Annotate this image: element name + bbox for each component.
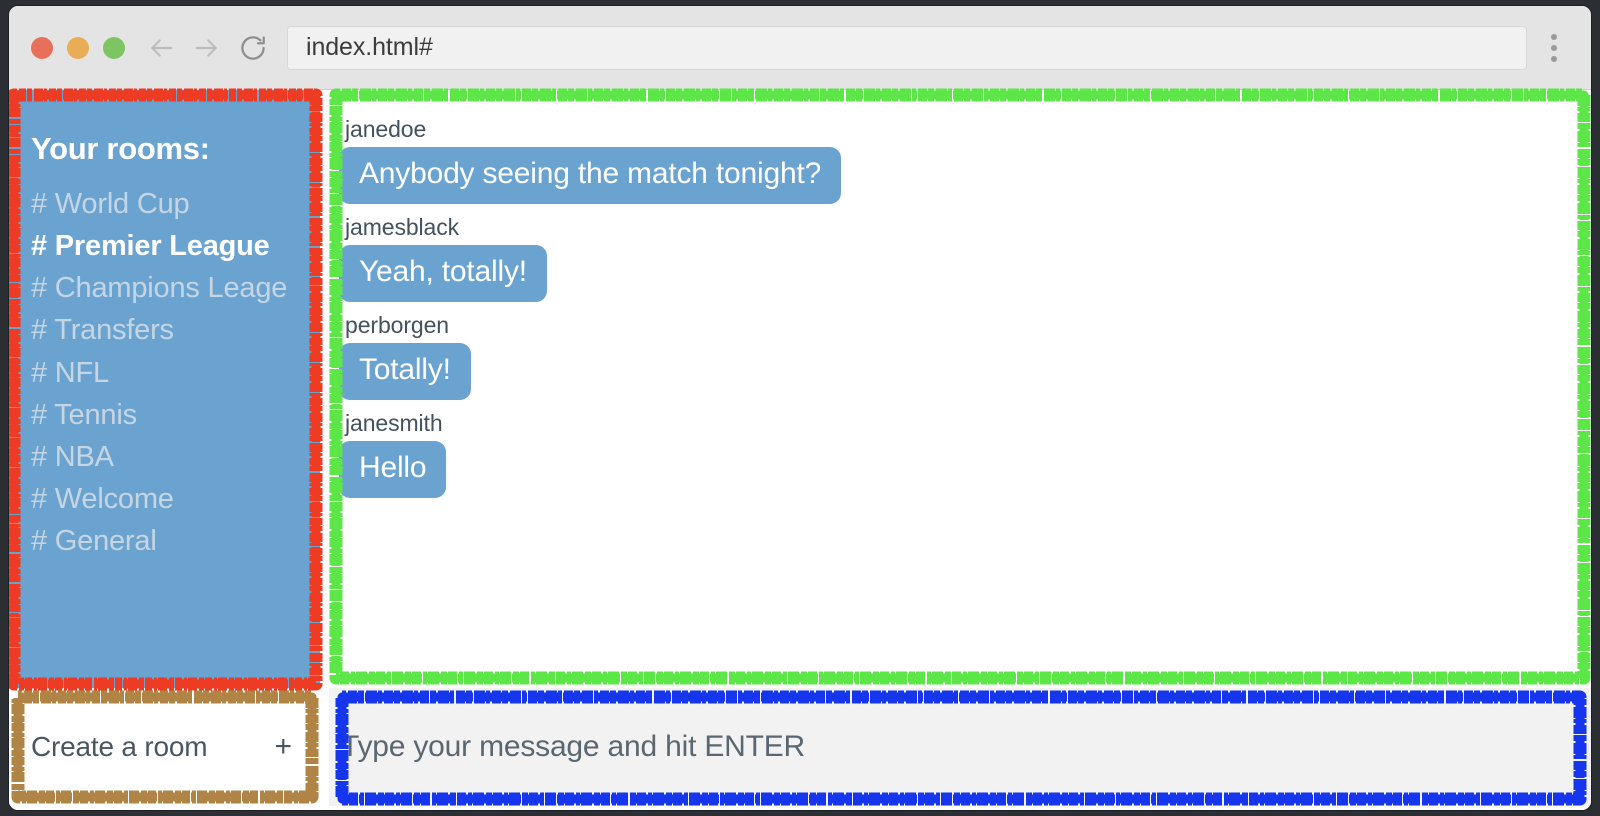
message-username: perborgen (345, 312, 449, 338)
sidebar-item-transfers[interactable]: # Transfers (31, 310, 303, 352)
address-bar-text: index.html# (306, 33, 433, 61)
message-username: jamesblack (345, 214, 460, 240)
sidebar-item-premier-league[interactable]: # Premier League (31, 226, 303, 268)
traffic-lights (31, 36, 125, 59)
minimize-button[interactable] (67, 36, 89, 59)
sidebar-item-champions-leage[interactable]: # Champions Leage (31, 268, 303, 310)
close-button[interactable] (31, 36, 53, 59)
message-input[interactable] (341, 730, 1579, 764)
message-item: jamesblack Yeah, totally! (339, 214, 1591, 302)
message-item: janesmith Hello (339, 410, 1591, 498)
maximize-button[interactable] (103, 36, 125, 59)
sidebar-item-general[interactable]: # General (31, 521, 303, 563)
message-bubble: Yeah, totally! (339, 245, 547, 302)
kebab-dot (1551, 33, 1557, 40)
message-bubble: Anybody seeing the match tonight? (339, 147, 842, 204)
sidebar-item-nfl[interactable]: # NFL (31, 353, 303, 395)
message-composer[interactable] (329, 688, 1591, 806)
sidebar-item-nba[interactable]: # NBA (31, 437, 303, 479)
create-room-label: Create a room (31, 731, 208, 762)
reload-icon[interactable] (233, 28, 273, 68)
kebab-menu-icon[interactable] (1537, 26, 1571, 70)
sidebar-item-tennis[interactable]: # Tennis (31, 395, 303, 437)
message-username: janedoe (345, 116, 427, 142)
plus-icon[interactable]: + (274, 730, 298, 764)
sidebar-title: Your rooms: (31, 131, 210, 166)
chat-app: Your rooms: # World Cup # Premier League… (9, 88, 1591, 810)
kebab-dot (1551, 55, 1557, 62)
message-item: perborgen Totally! (339, 312, 1591, 400)
message-list[interactable]: janedoe Anybody seeing the match tonight… (329, 90, 1591, 682)
navigation-buttons (141, 28, 273, 68)
sidebar-item-world-cup[interactable]: # World Cup (31, 184, 303, 226)
back-arrow-icon[interactable] (141, 28, 181, 68)
address-bar[interactable]: index.html# (287, 25, 1527, 70)
message-username: janesmith (345, 410, 443, 436)
browser-toolbar: index.html# (9, 6, 1591, 90)
forward-arrow-icon[interactable] (187, 28, 227, 68)
browser-window: index.html# Your rooms: # World Cup # Pr… (8, 5, 1592, 811)
message-item: janedoe Anybody seeing the match tonight… (339, 116, 1591, 204)
create-room-button[interactable]: Create a room + (9, 688, 320, 806)
kebab-dot (1551, 44, 1557, 51)
rooms-sidebar: Your rooms: # World Cup # Premier League… (9, 90, 320, 688)
message-bubble: Hello (339, 441, 447, 498)
sidebar-item-welcome[interactable]: # Welcome (31, 479, 303, 521)
message-bubble: Totally! (339, 343, 471, 400)
